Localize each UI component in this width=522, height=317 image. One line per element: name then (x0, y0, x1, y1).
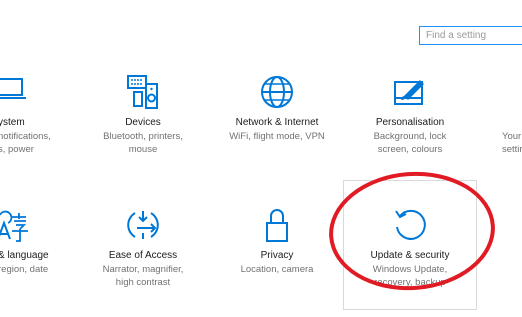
tile-accounts-partial[interactable]: Your settir (502, 74, 522, 184)
tile-title: ystem (0, 117, 25, 128)
tile-time-language[interactable]: & language region, date (0, 207, 68, 317)
tile-description: notifications, s, power (0, 131, 51, 155)
tile-title: Personalisation (375, 117, 445, 128)
lock-icon (217, 207, 337, 247)
tile-title: & language (0, 250, 49, 261)
paint-icon (350, 74, 470, 114)
devices-icon (83, 74, 203, 114)
ease-of-access-icon (83, 207, 203, 247)
search-placeholder: Find a setting (426, 30, 487, 41)
language-icon (0, 207, 68, 247)
tile-privacy[interactable]: Privacy Location, camera (217, 207, 337, 317)
tile-ease-of-access[interactable]: Ease of Access Narrator, magnifier, high … (83, 207, 203, 317)
tile-description: region, date (0, 264, 49, 275)
laptop-icon (0, 74, 60, 114)
globe-icon (217, 74, 337, 114)
tile-personalisation[interactable]: Personalisation Background, lock screen, … (350, 74, 470, 184)
tile-devices[interactable]: Devices Bluetooth, printers, mouse (83, 74, 203, 184)
search-input[interactable]: Find a setting (419, 26, 522, 45)
tile-network-internet[interactable]: Network & Internet WiFi, flight mode, VP… (217, 74, 337, 184)
tile-description: Your settir (502, 131, 522, 155)
tile-system[interactable]: ystem notifications, s, power (0, 74, 60, 184)
tile-description: Background, lock screen, colours (373, 131, 447, 155)
